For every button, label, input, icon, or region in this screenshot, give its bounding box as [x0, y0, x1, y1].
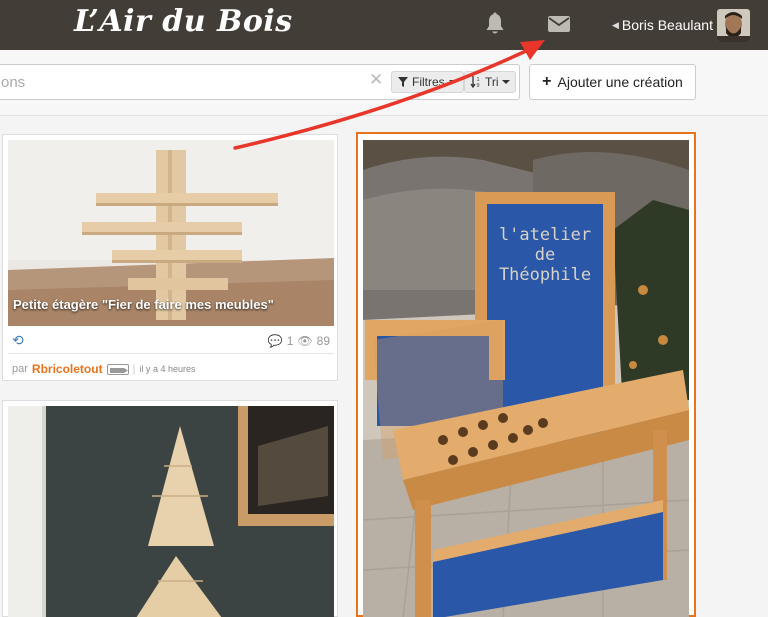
add-creation-button[interactable]: + Ajouter une création	[529, 64, 696, 100]
sort-button[interactable]: 1 9 Tri	[464, 71, 516, 93]
eye-icon: 👁	[297, 334, 313, 348]
creation-card[interactable]: Petite étagère "Fier de faire mes meuble…	[2, 134, 338, 381]
chevron-left-icon: ◀	[612, 19, 619, 30]
creation-photo[interactable]: l'atelier de Théophile	[363, 140, 689, 617]
svg-text:9: 9	[477, 83, 480, 88]
card-actions: ⟲ 💬 1 👁 89	[8, 328, 334, 354]
search-placeholder: ons	[1, 74, 26, 91]
user-badge-icon	[106, 363, 129, 375]
envelope-icon[interactable]	[547, 14, 571, 34]
author-link[interactable]: Rbricoletout	[32, 362, 103, 376]
by-prefix: par	[12, 363, 28, 375]
search-toolbar: ons ✕ Filtres 1 9 Tri + Ajouter une créa…	[0, 50, 768, 116]
filters-label: Filtres	[412, 75, 445, 89]
clear-icon[interactable]: ✕	[369, 70, 383, 90]
user-menu[interactable]: ◀ Boris Beaulant	[612, 8, 713, 42]
user-name: Boris Beaulant	[621, 17, 713, 33]
repost-icon[interactable]: ⟲	[12, 332, 24, 349]
site-logo[interactable]: L’Air du Bois	[74, 4, 293, 39]
card-stats: 💬 1 👁 89	[268, 334, 330, 348]
sort-icon: 1 9	[470, 76, 480, 88]
svg-text:Théophile: Théophile	[499, 265, 591, 285]
svg-text:de: de	[535, 245, 555, 265]
comment-count: 1	[286, 334, 294, 348]
chevron-down-icon	[501, 80, 510, 84]
bell-icon[interactable]	[484, 12, 506, 36]
creation-card[interactable]	[2, 400, 338, 617]
svg-text:l'atelier: l'atelier	[499, 225, 591, 245]
top-navbar: L’Air du Bois ◀ Boris Beaulant	[0, 0, 768, 50]
chevron-down-icon	[448, 80, 457, 84]
add-creation-label: Ajouter une création	[557, 74, 683, 90]
card-byline: par Rbricoletout | il y a 4 heures	[12, 362, 195, 376]
post-time: il y a 4 heures	[139, 364, 196, 374]
filters-button[interactable]: Filtres	[391, 71, 464, 93]
plus-icon: +	[542, 73, 552, 90]
avatar[interactable]	[717, 9, 750, 42]
view-count: 89	[316, 334, 330, 348]
comment-icon: 💬	[267, 334, 283, 348]
sort-label: Tri	[485, 75, 499, 89]
creation-photo[interactable]	[8, 406, 334, 617]
creation-title[interactable]: Petite étagère "Fier de faire mes meuble…	[13, 297, 274, 312]
creation-card-highlighted[interactable]: l'atelier de Théophile	[356, 132, 696, 617]
filter-icon	[398, 77, 408, 87]
separator: |	[132, 363, 136, 375]
search-input[interactable]: ons ✕ Filtres 1 9 Tri	[0, 64, 520, 100]
